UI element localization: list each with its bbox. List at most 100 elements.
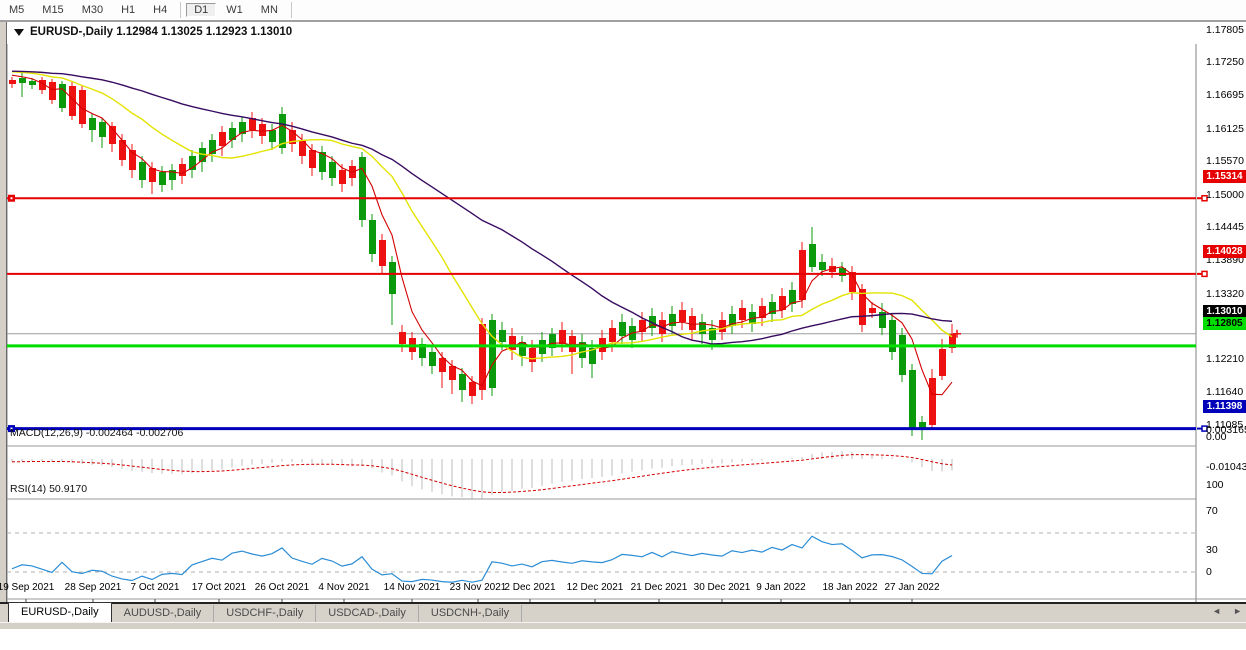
candle-body bbox=[19, 78, 26, 83]
candle-body bbox=[259, 124, 266, 136]
price-axis-label: 1.13320 bbox=[1206, 288, 1244, 300]
chevron-down-icon[interactable] bbox=[14, 29, 24, 36]
price-axis-label: 1.17805 bbox=[1206, 24, 1244, 36]
rsi-axis-label: 100 bbox=[1206, 479, 1224, 491]
timeframe-M15[interactable]: M15 bbox=[34, 3, 71, 17]
price-badge-1.12805: 1.12805 bbox=[1203, 317, 1246, 330]
date-axis-label: 12 Dec 2021 bbox=[567, 582, 624, 593]
candle-body bbox=[739, 308, 746, 320]
ma-mid-line bbox=[12, 72, 952, 359]
price-axis-label: 1.12210 bbox=[1206, 353, 1244, 365]
candle-body bbox=[939, 349, 946, 376]
price-badge-1.14028: 1.14028 bbox=[1203, 245, 1246, 258]
candle-body bbox=[679, 310, 686, 322]
date-axis-label: 14 Nov 2021 bbox=[384, 582, 441, 593]
toolbar-separator bbox=[291, 2, 292, 18]
candle-body bbox=[869, 308, 876, 313]
chart-tabs-bar: EURUSD-,DailyAUDUSD-,DailyUSDCHF-,DailyU… bbox=[0, 604, 1246, 622]
price-axis-label: 1.15570 bbox=[1206, 155, 1244, 167]
price-axis-label: 1.11640 bbox=[1206, 386, 1243, 398]
candle-body bbox=[689, 316, 696, 330]
candle-body bbox=[399, 332, 406, 344]
candle-body bbox=[309, 150, 316, 168]
candle-body bbox=[379, 240, 386, 266]
date-axis-label: 7 Oct 2021 bbox=[131, 582, 180, 593]
candle-body bbox=[159, 172, 166, 185]
price-axis-label: 1.16125 bbox=[1206, 123, 1244, 135]
rsi-axis-label: 0 bbox=[1206, 566, 1212, 578]
candle-body bbox=[59, 84, 66, 108]
timeframe-H4[interactable]: H4 bbox=[145, 3, 175, 17]
date-axis-label: 30 Dec 2021 bbox=[694, 582, 751, 593]
candle-body bbox=[429, 352, 436, 366]
macd-axis-label: 0.00 bbox=[1206, 431, 1226, 443]
rsi-axis-label: 30 bbox=[1206, 544, 1218, 556]
candle-body bbox=[439, 358, 446, 372]
timeframe-H1[interactable]: H1 bbox=[113, 3, 143, 17]
window-left-edge bbox=[0, 22, 7, 603]
candle-body bbox=[809, 244, 816, 267]
date-axis-label: 18 Jan 2022 bbox=[822, 582, 877, 593]
candle-body bbox=[459, 374, 466, 390]
chart-title: EURUSD-,Daily 1.12984 1.13025 1.12923 1.… bbox=[14, 26, 292, 38]
price-badge-1.13010: 1.13010 bbox=[1203, 305, 1246, 318]
date-axis-label: 27 Jan 2022 bbox=[884, 582, 939, 593]
timeframe-D1[interactable]: D1 bbox=[186, 3, 216, 17]
candle-body bbox=[389, 262, 396, 294]
timeframe-W1[interactable]: W1 bbox=[218, 3, 251, 17]
tab-usdcaddaily[interactable]: USDCAD-,Daily bbox=[316, 605, 419, 622]
date-axis-label: 28 Sep 2021 bbox=[65, 582, 122, 593]
price-chart[interactable] bbox=[0, 44, 1246, 650]
date-axis-label: 4 Nov 2021 bbox=[318, 582, 369, 593]
toolbar-separator bbox=[180, 2, 181, 18]
timeframe-M5[interactable]: M5 bbox=[1, 3, 32, 17]
candle-body bbox=[359, 157, 366, 220]
candle-body bbox=[489, 320, 496, 388]
candle-body bbox=[569, 336, 576, 352]
date-axis-label: 26 Oct 2021 bbox=[255, 582, 309, 593]
candle-body bbox=[619, 322, 626, 336]
candle-body bbox=[219, 132, 226, 146]
candle-body bbox=[529, 348, 536, 362]
candle-body bbox=[89, 118, 96, 130]
price-axis-label: 1.15000 bbox=[1206, 189, 1244, 201]
tab-audusddaily[interactable]: AUDUSD-,Daily bbox=[112, 605, 215, 622]
rsi-line bbox=[12, 536, 952, 582]
tabs-scroll-left-icon[interactable]: ◄ bbox=[1212, 606, 1221, 616]
candle-body bbox=[899, 335, 906, 375]
timeframe-toolbar: M5M15M30H1H4 D1W1MN bbox=[0, 0, 1246, 22]
rsi-axis-label: 70 bbox=[1206, 505, 1218, 517]
candle-body bbox=[719, 320, 726, 332]
price-axis-label: 1.14445 bbox=[1206, 221, 1244, 233]
candle-body bbox=[269, 130, 276, 142]
chart-title-text: EURUSD-,Daily 1.12984 1.13025 1.12923 1.… bbox=[30, 26, 292, 38]
candle-body bbox=[329, 162, 336, 178]
tabs-scroll-right-icon[interactable]: ► bbox=[1233, 606, 1242, 616]
candle-body bbox=[179, 164, 186, 176]
candle-body bbox=[139, 162, 146, 180]
price-badge-1.11398: 1.11398 bbox=[1203, 400, 1246, 413]
date-axis-label: 21 Dec 2021 bbox=[631, 582, 688, 593]
candle-body bbox=[449, 366, 456, 380]
candle-body bbox=[499, 330, 506, 342]
timeframe-MN[interactable]: MN bbox=[253, 3, 286, 17]
candle-body bbox=[929, 378, 936, 425]
candle-body bbox=[799, 250, 806, 300]
tab-usdcnhdaily[interactable]: USDCNH-,Daily bbox=[419, 605, 522, 622]
tab-eurusddaily[interactable]: EURUSD-,Daily bbox=[8, 602, 112, 622]
rsi-label: RSI(14) 50.9170 bbox=[10, 483, 87, 495]
candle-body bbox=[759, 306, 766, 318]
candle-body bbox=[819, 262, 826, 270]
chart-canvas[interactable]: EURUSD-,Daily 1.12984 1.13025 1.12923 1.… bbox=[0, 22, 1246, 603]
date-axis-label: 19 Sep 2021 bbox=[0, 582, 54, 593]
tab-usdchfdaily[interactable]: USDCHF-,Daily bbox=[214, 605, 316, 622]
date-axis-label: 2 Dec 2021 bbox=[504, 582, 555, 593]
timeframe-M30[interactable]: M30 bbox=[74, 3, 111, 17]
candle-body bbox=[609, 328, 616, 342]
date-axis-label: 23 Nov 2021 bbox=[450, 582, 507, 593]
candle-body bbox=[49, 82, 56, 100]
candle-body bbox=[339, 170, 346, 184]
candle-body bbox=[909, 370, 916, 428]
macd-label: MACD(12,26,9) -0.002464 -0.002706 bbox=[10, 427, 183, 439]
ma-slow-line bbox=[12, 71, 952, 344]
